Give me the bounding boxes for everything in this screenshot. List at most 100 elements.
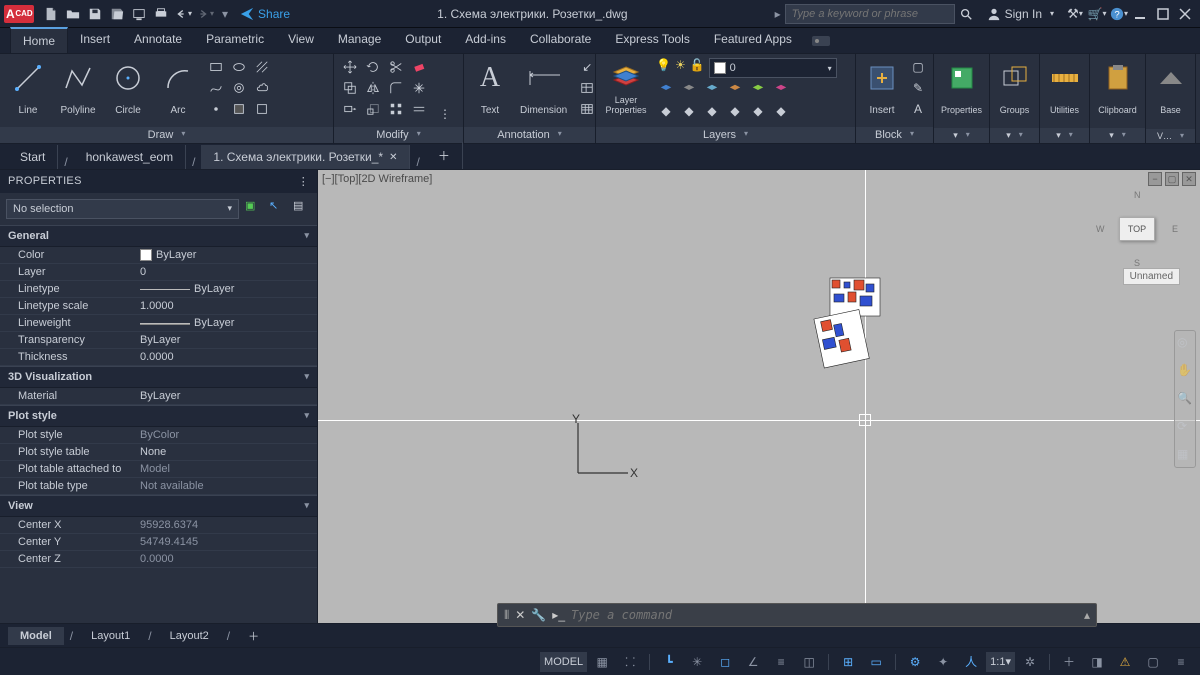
snap-icon[interactable]: ⸬ [617, 651, 643, 673]
rect-icon[interactable] [206, 58, 226, 76]
selection-icon[interactable]: ▭ [863, 651, 889, 673]
viewcube[interactable]: N S W E TOP [1102, 194, 1172, 264]
nav-pan-icon[interactable]: ✋ [1177, 363, 1193, 379]
point-icon[interactable] [206, 100, 226, 118]
cleanscreen-icon[interactable]: ▢ [1140, 651, 1166, 673]
panel-label-utilities[interactable]: ▾ [1040, 128, 1089, 143]
hatch-icon[interactable] [252, 58, 272, 76]
tab-addins[interactable]: Add-ins [453, 27, 518, 53]
ortho-icon[interactable]: ┗ [656, 651, 682, 673]
layer-combo[interactable]: 0▾ [709, 58, 837, 78]
layout-model[interactable]: Model [8, 627, 64, 645]
close-button[interactable] [1174, 3, 1196, 25]
dimension-button[interactable]: Dimension [516, 58, 571, 118]
nav-wheel-icon[interactable]: ◎ [1177, 335, 1193, 351]
cmd-close-icon[interactable]: ✕ [515, 608, 525, 622]
grid-icon[interactable]: ▦ [589, 651, 615, 673]
tab-manage[interactable]: Manage [326, 27, 393, 53]
customization-icon[interactable]: ≡ [1168, 651, 1194, 673]
offset-icon[interactable] [409, 100, 429, 118]
command-input[interactable] [571, 608, 1078, 622]
table2-icon[interactable] [577, 100, 597, 118]
annomonitor-icon[interactable]: ✦ [930, 651, 956, 673]
cat-viz[interactable]: 3D Visualization [0, 366, 317, 388]
layer-s2-icon[interactable]: ◆ [679, 102, 699, 120]
add-layout-button[interactable]: ＋ [236, 625, 271, 647]
circle-button[interactable]: Circle [106, 58, 150, 118]
attr-icon[interactable]: A [908, 100, 928, 118]
cmd-customize-icon[interactable]: 🔧 [531, 608, 546, 622]
layer-s5-icon[interactable]: ◆ [748, 102, 768, 120]
viewport-max-icon[interactable]: ▢ [1165, 172, 1179, 186]
clipboard-button[interactable]: Clipboard [1096, 58, 1140, 118]
wipeout-icon[interactable] [252, 100, 272, 118]
drawing-canvas[interactable]: [−][Top][2D Wireframe] − ▢ ✕ [318, 170, 1200, 623]
erase-icon[interactable] [409, 58, 429, 76]
cat-plot[interactable]: Plot style [0, 405, 317, 427]
workspace-icon[interactable]: ⚙ [902, 651, 928, 673]
signin-button[interactable]: Sign In▾ [987, 7, 1054, 21]
move-icon[interactable] [340, 58, 360, 76]
filter-icon[interactable]: ▤ [293, 199, 311, 217]
plot-icon[interactable] [151, 4, 171, 24]
search-icon[interactable] [956, 4, 976, 24]
layer-iso-icon[interactable] [656, 81, 676, 99]
array-icon[interactable] [386, 100, 406, 118]
pim-toggle-icon[interactable]: ▣ [245, 199, 263, 217]
annoscale-icon[interactable]: 人 [958, 651, 984, 673]
layer-lock2-icon[interactable] [725, 81, 745, 99]
transparency-icon[interactable]: ◫ [796, 651, 822, 673]
layer-s4-icon[interactable]: ◆ [725, 102, 745, 120]
leader-icon[interactable]: ↙ [577, 58, 597, 76]
panel-label-groups[interactable]: ▾ [990, 128, 1039, 143]
hardware-icon[interactable]: ⚠ [1112, 651, 1138, 673]
polyline-button[interactable]: Polyline [56, 58, 100, 118]
cmd-recent-icon[interactable]: ▴ [1084, 608, 1090, 622]
selection-combo[interactable]: No selection▾ [6, 199, 239, 219]
view-label[interactable]: [−][Top][2D Wireframe] [322, 173, 432, 185]
osnap-icon[interactable]: ◻ [712, 651, 738, 673]
quick-select-icon[interactable]: ↖ [269, 199, 287, 217]
rotate-icon[interactable] [363, 58, 383, 76]
command-line[interactable]: ⦀ ✕ 🔧 ▸_ ▴ [497, 603, 1097, 627]
panel-label-props[interactable]: ▾ [934, 128, 989, 143]
tab-express[interactable]: Express Tools [603, 27, 701, 53]
stretch-icon[interactable] [340, 100, 360, 118]
layer-prev-icon[interactable] [771, 81, 791, 99]
tab-view[interactable]: View [276, 27, 326, 53]
viewport-min-icon[interactable]: − [1148, 172, 1162, 186]
edit-block-icon[interactable]: ✎ [908, 79, 928, 97]
base-button[interactable]: Base [1151, 58, 1191, 118]
file-tab-start[interactable]: Start [8, 145, 58, 169]
tab-home[interactable]: Home [10, 27, 68, 53]
properties-close-icon[interactable]: ⋮ [298, 175, 309, 188]
tab-parametric[interactable]: Parametric [194, 27, 276, 53]
close-tab-icon[interactable]: ✕ [389, 152, 397, 163]
nav-showmotion-icon[interactable]: ▦ [1177, 447, 1193, 463]
scale-icon[interactable] [363, 100, 383, 118]
layer-s3-icon[interactable]: ◆ [702, 102, 722, 120]
open-icon[interactable] [63, 4, 83, 24]
tab-insert[interactable]: Insert [68, 27, 122, 53]
tab-extension[interactable] [804, 33, 838, 53]
tab-featured[interactable]: Featured Apps [702, 27, 804, 53]
cmd-history-icon[interactable]: ⦀ [504, 608, 509, 623]
share-button[interactable]: Share [240, 7, 290, 21]
file-tab-2[interactable]: 1. Схема электрики. Розетки_*✕ [201, 145, 410, 169]
tab-output[interactable]: Output [393, 27, 453, 53]
dyninput-icon[interactable]: ⊞ [835, 651, 861, 673]
saveas-icon[interactable] [107, 4, 127, 24]
mirror-icon[interactable] [363, 79, 383, 97]
exchange-icon[interactable]: ⚒▾ [1065, 4, 1085, 24]
utilities-button[interactable]: Utilities [1045, 58, 1085, 118]
panel-label-block[interactable]: Block [856, 127, 933, 143]
layer-off-icon[interactable] [679, 81, 699, 99]
modelspace-toggle[interactable]: MODEL [540, 652, 587, 672]
file-tab-1[interactable]: honkawest_eom [74, 145, 186, 169]
insert-block-button[interactable]: Insert [862, 58, 902, 118]
revcloud-icon[interactable] [252, 79, 272, 97]
properties-button[interactable]: Properties [940, 58, 984, 118]
explode-icon[interactable] [409, 79, 429, 97]
panel-label-clipboard[interactable]: ▾ [1090, 128, 1145, 143]
spline-icon[interactable] [206, 79, 226, 97]
